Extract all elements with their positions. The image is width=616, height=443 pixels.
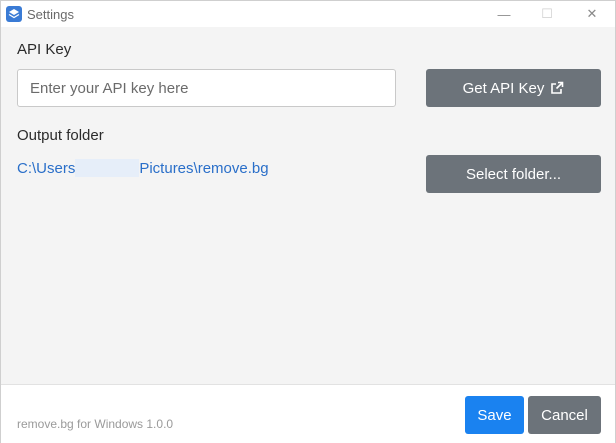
get-api-key-label: Get API Key [462,79,545,97]
cancel-button[interactable]: Cancel [528,396,601,434]
get-api-key-button[interactable]: Get API Key [426,69,601,107]
api-key-input[interactable] [17,69,396,107]
settings-window: Settings — ☐ ✕ API Key Get API Key Outpu… [0,0,616,443]
output-folder-path[interactable]: C:\Users Pictures\remove.bg [17,159,269,177]
maximize-button[interactable]: ☐ [524,1,570,27]
minimize-button[interactable]: — [481,1,527,27]
version-text: remove.bg for Windows 1.0.0 [17,417,174,431]
select-folder-button[interactable]: Select folder... [426,155,601,193]
close-button[interactable]: ✕ [569,1,615,27]
title-bar[interactable]: Settings — ☐ ✕ [1,1,615,27]
footer-bar: remove.bg for Windows 1.0.0 Save Cancel [1,384,615,443]
app-layers-icon [6,6,22,22]
redacted-username [75,159,140,177]
save-button[interactable]: Save [465,396,524,434]
external-link-icon [550,81,564,95]
folder-path-start: C:\Users [17,159,76,177]
layers-icon [8,9,20,19]
folder-path-end: Pictures\remove.bg [139,159,269,177]
api-key-label: API Key [17,41,72,58]
output-folder-label: Output folder [17,127,104,144]
window-title: Settings [27,7,74,22]
